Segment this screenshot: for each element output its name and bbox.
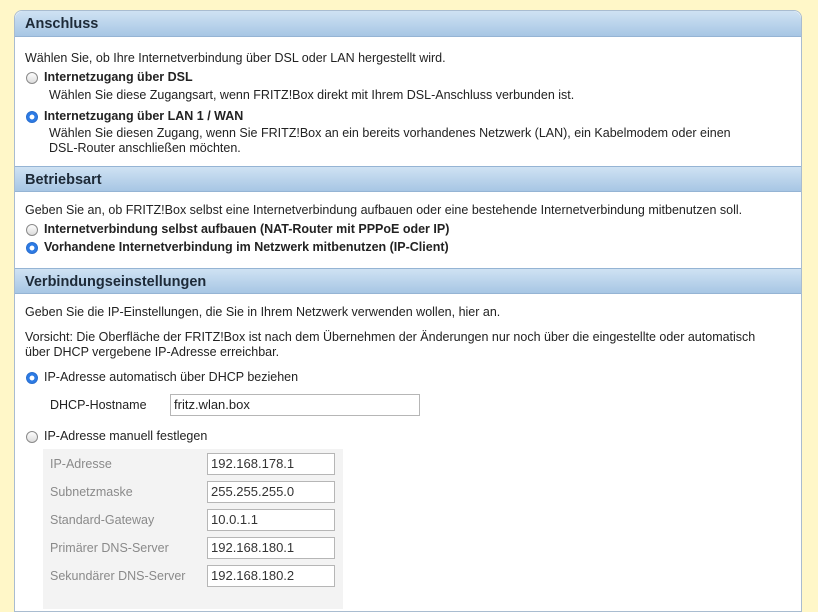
dhcp-hostname-input[interactable]: fritz.wlan.box (170, 394, 420, 416)
primary-dns-label: Primärer DNS-Server (50, 541, 169, 555)
secondary-dns-input[interactable]: 192.168.180.2 (207, 565, 335, 587)
settings-panel: Anschluss Wählen Sie, ob Ihre Internetve… (14, 10, 802, 612)
anschluss-intro: Wählen Sie, ob Ihre Internetverbindung ü… (25, 51, 446, 65)
dhcp-hostname-label: DHCP-Hostname (50, 398, 147, 412)
radio-dsl-description: Wählen Sie diese Zugangsart, wenn FRITZ!… (49, 88, 575, 102)
radio-nat-router-label[interactable]: Internetverbindung selbst aufbauen (NAT-… (44, 222, 449, 236)
secondary-dns-label: Sekundärer DNS-Server (50, 569, 186, 583)
radio-lan[interactable] (26, 111, 38, 123)
section-header-verbindung: Verbindungseinstellungen (15, 268, 801, 294)
verbindung-warning-2: über DHCP vergebene IP-Adresse erreichba… (25, 345, 280, 359)
radio-ip-client-label[interactable]: Vorhandene Internetverbindung im Netzwer… (44, 240, 449, 254)
radio-dhcp-label[interactable]: IP-Adresse automatisch über DHCP beziehe… (44, 370, 298, 384)
radio-dsl-label[interactable]: Internetzugang über DSL (44, 70, 193, 84)
ip-address-label: IP-Adresse (50, 457, 112, 471)
radio-lan-description-1: Wählen Sie diesen Zugang, wenn Sie FRITZ… (49, 126, 731, 140)
section-header-betriebsart: Betriebsart (15, 166, 801, 192)
radio-dhcp[interactable] (26, 372, 38, 384)
gateway-input[interactable]: 10.0.1.1 (207, 509, 335, 531)
verbindung-warning-1: Vorsicht: Die Oberfläche der FRITZ!Box i… (25, 330, 756, 344)
subnet-mask-input[interactable]: 255.255.255.0 (207, 481, 335, 503)
radio-lan-description-2: DSL-Router anschließen möchten. (49, 141, 241, 155)
betriebsart-intro: Geben Sie an, ob FRITZ!Box selbst eine I… (25, 203, 743, 217)
radio-ip-client[interactable] (26, 242, 38, 254)
radio-dsl[interactable] (26, 72, 38, 84)
section-header-anschluss: Anschluss (15, 11, 801, 37)
subnet-mask-label: Subnetzmaske (50, 485, 133, 499)
radio-lan-label[interactable]: Internetzugang über LAN 1 / WAN (44, 109, 243, 123)
ip-address-input[interactable]: 192.168.178.1 (207, 453, 335, 475)
radio-nat-router[interactable] (26, 224, 38, 236)
radio-manual-ip-label[interactable]: IP-Adresse manuell festlegen (44, 429, 207, 443)
primary-dns-input[interactable]: 192.168.180.1 (207, 537, 335, 559)
radio-manual-ip[interactable] (26, 431, 38, 443)
verbindung-intro: Geben Sie die IP-Einstellungen, die Sie … (25, 305, 501, 319)
gateway-label: Standard-Gateway (50, 513, 155, 527)
